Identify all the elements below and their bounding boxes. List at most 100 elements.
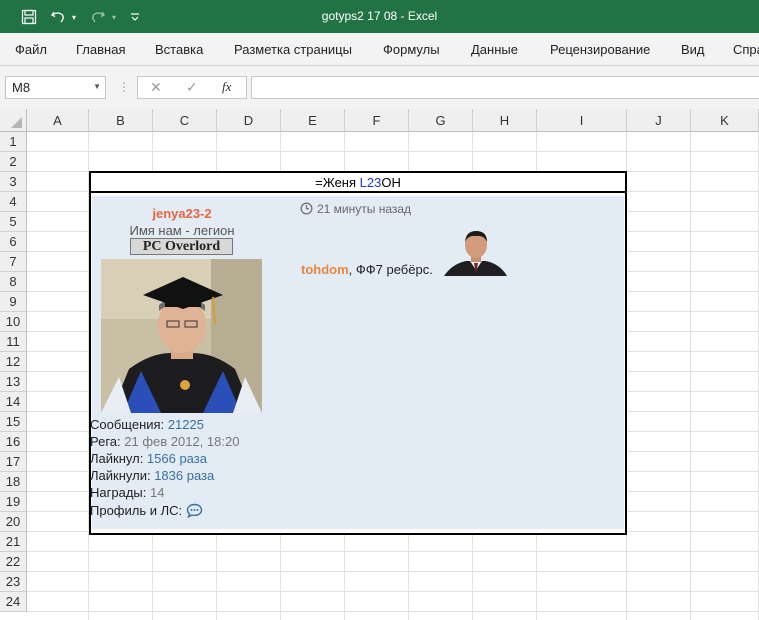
window-title: gotyps2 17 08 - Excel [321, 9, 438, 23]
column-header-b[interactable]: B [89, 109, 153, 132]
row-gridline [27, 571, 759, 572]
row-header-22[interactable]: 22 [0, 552, 27, 572]
enter-icon[interactable]: ✓ [186, 79, 198, 96]
column-header-f[interactable]: F [345, 109, 409, 132]
reply-nick[interactable]: tohdom [301, 262, 349, 277]
row-header-17[interactable]: 17 [0, 452, 27, 472]
row-header-18[interactable]: 18 [0, 472, 27, 492]
tab-view[interactable]: Вид [681, 42, 705, 57]
row-header-5[interactable]: 5 [0, 212, 27, 232]
stat-label: Сообщения: [90, 417, 168, 432]
post-time-text: 21 минуты назад [317, 202, 412, 216]
reply-face-image [444, 230, 507, 276]
cell-b3-prefix: =Женя [315, 175, 360, 190]
tab-data[interactable]: Данные [471, 42, 518, 57]
cancel-icon[interactable]: ✕ [150, 79, 162, 96]
formula-input[interactable] [251, 76, 759, 99]
chevron-down-icon[interactable]: ▼ [93, 82, 101, 91]
row-header-4[interactable]: 4 [0, 192, 27, 212]
worksheet-grid[interactable]: ABCDEFGHIJK 1 2 3 4 5 6 7 8 9 10 11 12 13 14 15 16 17 18 1… [0, 109, 759, 620]
row-header-3[interactable]: 3 [0, 172, 27, 192]
clock-icon [300, 202, 313, 215]
stat-value[interactable]: 1836 раза [154, 468, 214, 483]
stat-label: Профиль и ЛС: [90, 503, 186, 518]
row-header-10[interactable]: 10 [0, 312, 27, 332]
post-time[interactable]: 21 минуты назад [300, 202, 411, 216]
stat-label: Лайкнули: [90, 468, 155, 483]
row-header-12[interactable]: 12 [0, 352, 27, 372]
row-header-23[interactable]: 23 [0, 572, 27, 592]
tab-file[interactable]: Файл [15, 42, 47, 57]
stat-awards: Награды: 14 [90, 485, 164, 500]
row-header-14[interactable]: 14 [0, 392, 27, 412]
row-header-19[interactable]: 19 [0, 492, 27, 512]
column-header-j[interactable]: J [627, 109, 691, 132]
column-header-e[interactable]: E [281, 109, 345, 132]
stat-value[interactable]: 21225 [168, 417, 204, 432]
row-gridline [27, 551, 759, 552]
row-header-2[interactable]: 2 [0, 152, 27, 172]
title-bar: ▾ ▾ gotyps2 17 08 - Excel [0, 0, 759, 33]
column-header-d[interactable]: D [217, 109, 281, 132]
insert-function-icon[interactable]: fx [222, 79, 231, 95]
row-header-9[interactable]: 9 [0, 292, 27, 312]
row-gridline [27, 591, 759, 592]
row-header-6[interactable]: 6 [0, 232, 27, 252]
stat-label: Награды: [90, 485, 150, 500]
row-header-11[interactable]: 11 [0, 332, 27, 352]
column-header-k[interactable]: K [691, 109, 759, 132]
message-bubble-icon[interactable] [186, 503, 203, 521]
column-header-h[interactable]: H [473, 109, 537, 132]
stat-label: Рега: [90, 434, 125, 449]
stat-likes-given: Лайкнул: 1566 раза [90, 451, 207, 466]
tab-insert[interactable]: Вставка [155, 42, 203, 57]
forum-post: jenya23-2 Имя нам - легион PC Overlord С… [89, 193, 627, 535]
cell-b3[interactable]: =Женя L23ОН [89, 171, 627, 193]
select-all-corner[interactable] [0, 109, 27, 132]
cell-b3-suffix: ОН [381, 175, 401, 190]
column-gridline [690, 132, 691, 620]
cell-b3-ref: L23 [359, 175, 382, 190]
row-header-16[interactable]: 16 [0, 432, 27, 452]
row-header-1[interactable]: 1 [0, 132, 27, 152]
column-header-g[interactable]: G [409, 109, 473, 132]
stat-profile: Профиль и ЛС: [90, 503, 203, 521]
name-box[interactable]: M8 ▼ [5, 76, 106, 99]
post-background: jenya23-2 Имя нам - легион PC Overlord С… [90, 196, 624, 529]
post-username[interactable]: jenya23-2 [92, 206, 272, 221]
row-gridline [27, 611, 759, 612]
tab-review[interactable]: Рецензирование [550, 42, 650, 57]
column-header-i[interactable]: I [537, 109, 627, 132]
stat-value[interactable]: 1566 раза [147, 451, 207, 466]
avatar [101, 259, 262, 413]
row-header-21[interactable]: 21 [0, 532, 27, 552]
name-box-value: M8 [12, 80, 31, 95]
row-header-15[interactable]: 15 [0, 412, 27, 432]
reply-message: tohdom, ФФ7 ребёрс. [301, 262, 433, 277]
row-header-24[interactable]: 24 [0, 592, 27, 612]
column-header-c[interactable]: C [153, 109, 217, 132]
stat-registered: Рега: 21 фев 2012, 18:20 [90, 434, 239, 449]
formula-bar-grip-icon: ⋮ [118, 80, 130, 94]
row-gridline [27, 151, 759, 152]
tab-home[interactable]: Главная [76, 42, 125, 57]
column-header-a[interactable]: A [27, 109, 89, 132]
stat-likes-received: Лайкнули: 1836 раза [90, 468, 214, 483]
stat-value: 14 [149, 485, 165, 500]
rank-badge: PC Overlord [130, 238, 233, 255]
tab-formulas[interactable]: Формулы [383, 42, 440, 57]
row-header-13[interactable]: 13 [0, 372, 27, 392]
tab-page-layout[interactable]: Разметка страницы [234, 42, 352, 57]
stat-label: Лайкнул: [90, 451, 147, 466]
row-header-8[interactable]: 8 [0, 272, 27, 292]
row-header-7[interactable]: 7 [0, 252, 27, 272]
post-user-title: Имя нам - легион [129, 223, 235, 238]
stat-value: 21 фев 2012, 18:20 [124, 434, 240, 449]
formula-bar: M8 ▼ ⋮ ✕ ✓ fx [0, 66, 759, 109]
reply-text: , ФФ7 ребёрс. [348, 262, 433, 277]
formula-buttons: ✕ ✓ fx [137, 76, 247, 99]
tab-help[interactable]: Спра [733, 42, 759, 57]
row-header-20[interactable]: 20 [0, 512, 27, 532]
stat-messages: Сообщения: 21225 [90, 417, 204, 432]
ribbon-tabs: Файл Главная Вставка Разметка страницы Ф… [0, 33, 759, 66]
